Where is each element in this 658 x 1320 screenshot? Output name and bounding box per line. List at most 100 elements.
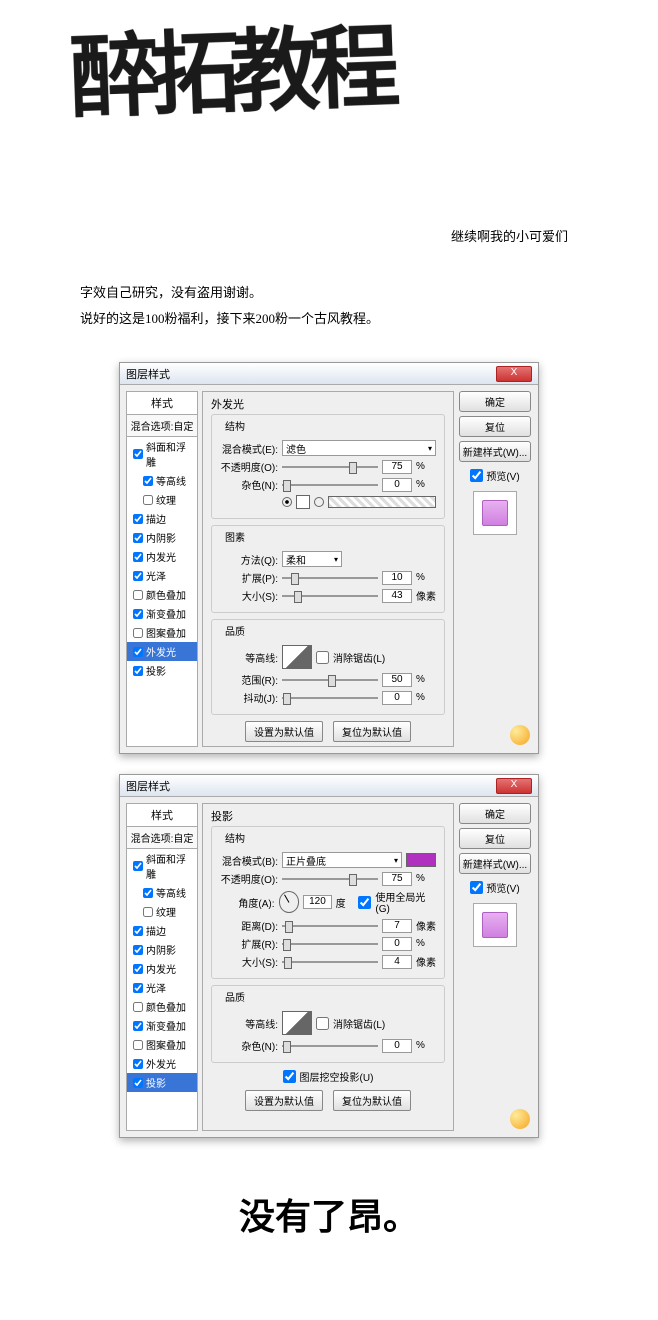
range-slider[interactable]: [282, 679, 378, 681]
style-checkbox[interactable]: [143, 495, 153, 505]
range-value[interactable]: 50: [382, 673, 412, 687]
style-checkbox[interactable]: [133, 514, 143, 524]
color-swatch[interactable]: [296, 495, 310, 509]
spread-value[interactable]: 10: [382, 571, 412, 585]
style-item-图案叠加[interactable]: 图案叠加: [127, 1035, 197, 1054]
opacity-slider[interactable]: [282, 466, 378, 468]
contour-picker[interactable]: [282, 1011, 312, 1035]
ok-button[interactable]: 确定: [459, 803, 531, 824]
cancel-button[interactable]: 复位: [459, 828, 531, 849]
close-button[interactable]: X: [496, 366, 532, 382]
angle-value[interactable]: 120: [303, 895, 331, 909]
gradient-swatch[interactable]: [328, 496, 436, 508]
style-item-颜色叠加[interactable]: 颜色叠加: [127, 585, 197, 604]
sidebar-header[interactable]: 样式: [127, 804, 197, 827]
style-checkbox[interactable]: [133, 449, 143, 459]
distance-value[interactable]: 7: [382, 919, 412, 933]
style-item-渐变叠加[interactable]: 渐变叠加: [127, 1016, 197, 1035]
style-item-内阴影[interactable]: 内阴影: [127, 528, 197, 547]
style-item-内发光[interactable]: 内发光: [127, 959, 197, 978]
close-button[interactable]: X: [496, 778, 532, 794]
ok-button[interactable]: 确定: [459, 391, 531, 412]
style-checkbox[interactable]: [133, 552, 143, 562]
style-checkbox[interactable]: [133, 628, 143, 638]
distance-slider[interactable]: [282, 925, 378, 927]
style-item-斜面和浮雕[interactable]: 斜面和浮雕: [127, 437, 197, 471]
titlebar[interactable]: 图层样式 X: [120, 775, 538, 797]
style-checkbox[interactable]: [133, 861, 143, 871]
style-item-图案叠加[interactable]: 图案叠加: [127, 623, 197, 642]
style-item-光泽[interactable]: 光泽: [127, 978, 197, 997]
spread-slider[interactable]: [282, 943, 378, 945]
style-checkbox[interactable]: [133, 647, 143, 657]
spread-slider[interactable]: [282, 577, 378, 579]
noise-value[interactable]: 0: [382, 478, 412, 492]
set-default-button[interactable]: 设置为默认值: [245, 721, 323, 742]
style-item-纹理[interactable]: 纹理: [127, 902, 197, 921]
style-item-渐变叠加[interactable]: 渐变叠加: [127, 604, 197, 623]
size-value[interactable]: 4: [382, 955, 412, 969]
reset-default-button[interactable]: 复位为默认值: [333, 721, 411, 742]
size-slider[interactable]: [282, 961, 378, 963]
cancel-button[interactable]: 复位: [459, 416, 531, 437]
sidebar-header[interactable]: 样式: [127, 392, 197, 415]
style-item-内阴影[interactable]: 内阴影: [127, 940, 197, 959]
antialias-checkbox[interactable]: [316, 651, 329, 664]
shadow-color-swatch[interactable]: [406, 853, 436, 867]
style-checkbox[interactable]: [143, 907, 153, 917]
set-default-button[interactable]: 设置为默认值: [245, 1090, 323, 1111]
opacity-slider[interactable]: [282, 878, 378, 880]
style-checkbox[interactable]: [133, 590, 143, 600]
preview-toggle[interactable]: 预览(V): [470, 468, 519, 483]
blend-mode-dropdown[interactable]: 正片叠底: [282, 852, 402, 868]
style-item-光泽[interactable]: 光泽: [127, 566, 197, 585]
style-checkbox[interactable]: [133, 571, 143, 581]
style-checkbox[interactable]: [143, 476, 153, 486]
style-checkbox[interactable]: [133, 609, 143, 619]
style-checkbox[interactable]: [133, 1021, 143, 1031]
titlebar[interactable]: 图层样式 X: [120, 363, 538, 385]
style-checkbox[interactable]: [133, 983, 143, 993]
method-dropdown[interactable]: 柔和: [282, 551, 342, 567]
noise-slider[interactable]: [282, 1045, 378, 1047]
lightbulb-icon[interactable]: [510, 1109, 530, 1129]
antialias-checkbox[interactable]: [316, 1017, 329, 1030]
spread-value[interactable]: 0: [382, 937, 412, 951]
style-item-外发光[interactable]: 外发光: [127, 642, 197, 661]
blend-mode-dropdown[interactable]: 滤色: [282, 440, 436, 456]
new-style-button[interactable]: 新建样式(W)...: [459, 853, 531, 874]
style-item-内发光[interactable]: 内发光: [127, 547, 197, 566]
size-value[interactable]: 43: [382, 589, 412, 603]
sidebar-blend-options[interactable]: 混合选项:自定: [127, 415, 197, 437]
style-checkbox[interactable]: [133, 1059, 143, 1069]
opacity-value[interactable]: 75: [382, 460, 412, 474]
jitter-value[interactable]: 0: [382, 691, 412, 705]
style-checkbox[interactable]: [133, 1040, 143, 1050]
knockout-checkbox[interactable]: [283, 1070, 296, 1083]
style-checkbox[interactable]: [133, 964, 143, 974]
style-checkbox[interactable]: [133, 1002, 143, 1012]
gradient-radio[interactable]: [314, 497, 324, 507]
style-checkbox[interactable]: [133, 533, 143, 543]
noise-slider[interactable]: [282, 484, 378, 486]
style-checkbox[interactable]: [133, 1078, 143, 1088]
angle-dial[interactable]: [279, 891, 300, 913]
noise-value[interactable]: 0: [382, 1039, 412, 1053]
opacity-value[interactable]: 75: [382, 872, 412, 886]
reset-default-button[interactable]: 复位为默认值: [333, 1090, 411, 1111]
preview-checkbox[interactable]: [470, 469, 483, 482]
size-slider[interactable]: [282, 595, 378, 597]
jitter-slider[interactable]: [282, 697, 378, 699]
style-item-外发光[interactable]: 外发光: [127, 1054, 197, 1073]
contour-picker[interactable]: [282, 645, 312, 669]
preview-checkbox[interactable]: [470, 881, 483, 894]
style-item-等高线[interactable]: 等高线: [127, 471, 197, 490]
style-item-纹理[interactable]: 纹理: [127, 490, 197, 509]
new-style-button[interactable]: 新建样式(W)...: [459, 441, 531, 462]
style-item-投影[interactable]: 投影: [127, 661, 197, 680]
style-item-描边[interactable]: 描边: [127, 921, 197, 940]
style-item-描边[interactable]: 描边: [127, 509, 197, 528]
style-checkbox[interactable]: [143, 888, 153, 898]
global-light-checkbox[interactable]: [358, 896, 371, 909]
style-checkbox[interactable]: [133, 666, 143, 676]
